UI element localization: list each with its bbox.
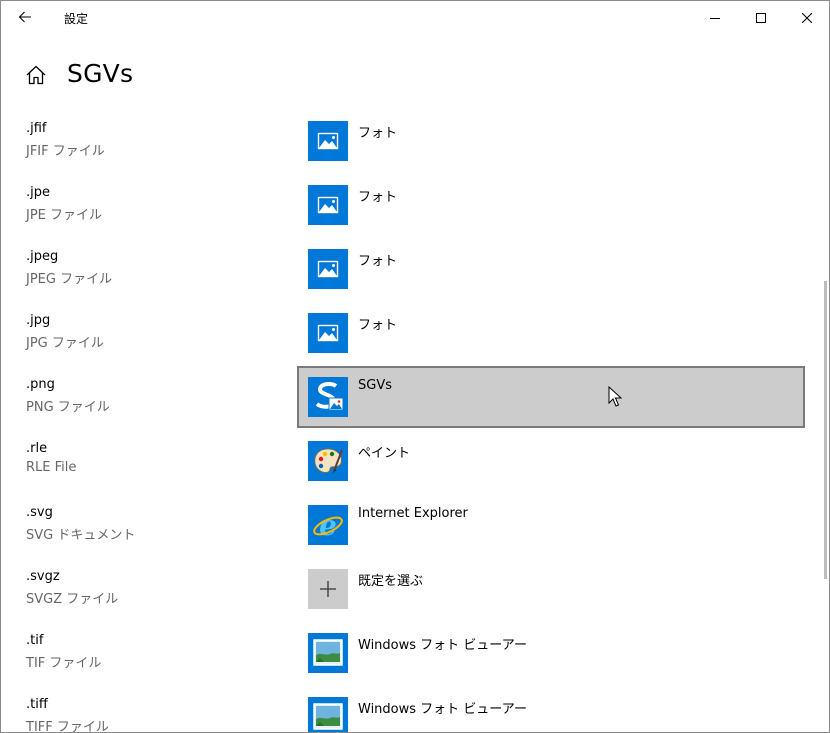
- settings-window: 設定 SGVs .jfif JFIF ファイル フォト .jpe JPE ファイ…: [0, 0, 830, 733]
- extension-description: JPG ファイル: [26, 336, 104, 351]
- page-title: SGVs: [67, 59, 134, 88]
- extension-description: RLE File: [26, 460, 77, 475]
- extension-name: .jpg: [26, 313, 51, 328]
- maximize-button[interactable]: [738, 1, 784, 35]
- title-bar: 設定: [1, 1, 829, 35]
- photos-icon: [308, 185, 348, 225]
- extension-description: JPEG ファイル: [26, 272, 113, 287]
- list-item: .png PNG ファイル SGVs: [1, 366, 829, 435]
- plus-icon: [308, 569, 348, 609]
- photos-icon: [308, 249, 348, 289]
- app-name: フォト: [358, 254, 398, 269]
- paint-palette-icon: [308, 441, 348, 481]
- default-app-button[interactable]: ペイント: [297, 435, 805, 497]
- internet-explorer-icon: e: [308, 505, 348, 545]
- app-name: Windows フォト ビューアー: [358, 638, 527, 653]
- extension-name: .svg: [26, 505, 53, 520]
- app-name: ペイント: [358, 446, 411, 461]
- extension-name: .rle: [26, 441, 48, 456]
- svg-text:e: e: [319, 509, 337, 542]
- default-app-button[interactable]: フォト: [297, 115, 805, 177]
- close-icon: [802, 13, 812, 23]
- app-name: フォト: [358, 318, 398, 333]
- list-item: .svg SVG ドキュメント e Internet Explorer: [1, 499, 829, 563]
- sgvs-app-icon: [308, 377, 348, 417]
- file-type-list: .jfif JFIF ファイル フォト .jpe JPE ファイル フォト .j…: [1, 115, 829, 732]
- extension-description: PNG ファイル: [26, 400, 110, 415]
- list-item: .tif TIF ファイル Windows フォト ビューアー: [1, 627, 829, 691]
- default-app-button[interactable]: フォト: [297, 179, 805, 241]
- extension-description: JPE ファイル: [26, 208, 103, 223]
- extension-description: TIFF ファイル: [26, 720, 109, 732]
- extension-description: JFIF ファイル: [26, 144, 105, 159]
- default-app-button[interactable]: フォト: [297, 307, 805, 369]
- home-icon[interactable]: [25, 64, 47, 86]
- minimize-button[interactable]: [692, 1, 738, 35]
- default-app-button-selected[interactable]: SGVs: [297, 366, 805, 428]
- close-button[interactable]: [784, 1, 829, 35]
- list-item: .jpg JPG ファイル フォト: [1, 307, 829, 371]
- list-item: .svgz SVGZ ファイル 既定を選ぶ: [1, 563, 829, 627]
- extension-name: .tif: [26, 633, 44, 648]
- extension-description: TIF ファイル: [26, 656, 102, 671]
- list-item: .rle RLE File ペイント: [1, 435, 829, 499]
- extension-name: .svgz: [26, 569, 60, 584]
- app-name: Windows フォト ビューアー: [358, 702, 527, 717]
- window-title: 設定: [64, 12, 89, 26]
- choose-default-button[interactable]: 既定を選ぶ: [297, 563, 805, 625]
- default-app-button[interactable]: Windows フォト ビューアー: [297, 691, 805, 732]
- maximize-icon: [756, 13, 766, 23]
- list-item: .jpe JPE ファイル フォト: [1, 179, 829, 243]
- extension-name: .tiff: [26, 697, 48, 712]
- list-item: .jpeg JPEG ファイル フォト: [1, 243, 829, 307]
- default-app-button[interactable]: フォト: [297, 243, 805, 305]
- default-app-button[interactable]: Windows フォト ビューアー: [297, 627, 805, 689]
- app-name: フォト: [358, 126, 398, 141]
- default-app-button[interactable]: e Internet Explorer: [297, 499, 805, 561]
- extension-name: .jfif: [26, 121, 47, 136]
- list-item: .jfif JFIF ファイル フォト: [1, 115, 829, 179]
- photo-viewer-icon: [308, 633, 348, 673]
- extension-description: SVGZ ファイル: [26, 592, 119, 607]
- extension-description: SVG ドキュメント: [26, 528, 136, 543]
- app-name: SGVs: [358, 378, 392, 393]
- app-name: 既定を選ぶ: [358, 574, 424, 589]
- vertical-scrollbar[interactable]: [824, 281, 827, 579]
- page-header: SGVs: [1, 51, 829, 99]
- extension-name: .jpeg: [26, 249, 59, 264]
- photos-icon: [308, 313, 348, 353]
- app-name: フォト: [358, 190, 398, 205]
- back-button[interactable]: [9, 3, 41, 31]
- back-arrow-icon: [18, 11, 31, 23]
- mouse-pointer-icon: [608, 386, 622, 407]
- list-item: .tiff TIFF ファイル Windows フォト ビューアー: [1, 691, 829, 732]
- extension-name: .png: [26, 377, 55, 392]
- app-name: Internet Explorer: [358, 506, 468, 521]
- minimize-icon: [710, 18, 720, 19]
- extension-name: .jpe: [26, 185, 50, 200]
- photo-viewer-icon: [308, 697, 348, 732]
- photos-icon: [308, 121, 348, 161]
